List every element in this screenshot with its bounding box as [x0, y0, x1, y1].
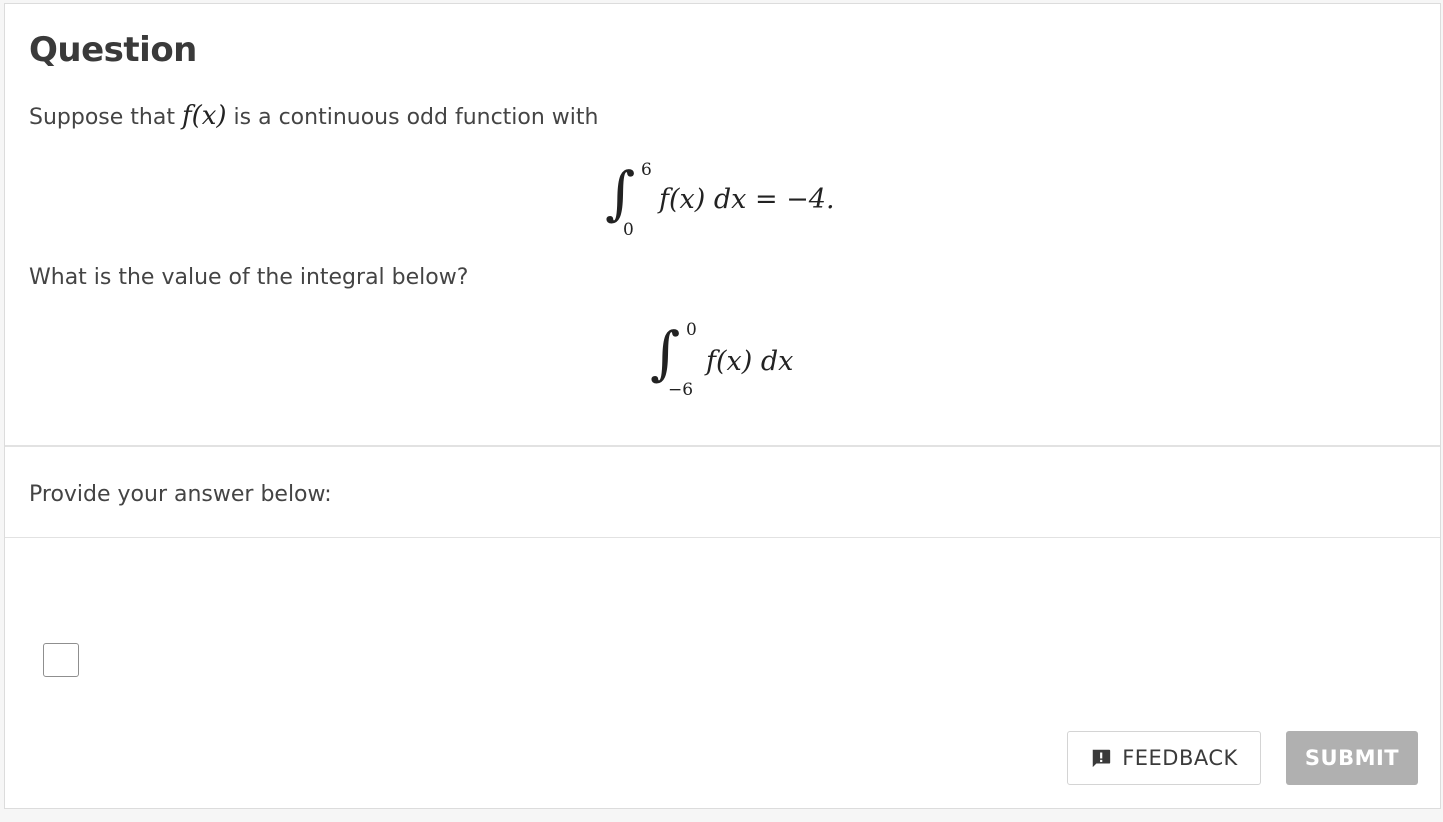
integral-lower-limit: 0: [623, 220, 634, 240]
submit-button[interactable]: SUBMIT: [1286, 731, 1418, 785]
integral-upper-limit: 6: [641, 160, 652, 180]
integral-expression: f(x) dx = −4.: [659, 184, 835, 215]
integral-upper-limit: 0: [686, 320, 697, 340]
intro-math-fx: f(x): [181, 101, 227, 131]
integral-expression: f(x) dx: [706, 346, 794, 377]
question-card: Question Suppose that f(x) is a continuo…: [4, 3, 1441, 809]
integral-sign: ∫: [650, 319, 681, 387]
question-intro: Suppose that f(x) is a continuous odd fu…: [29, 101, 598, 131]
answer-input[interactable]: [43, 643, 79, 677]
question-title: Question: [29, 30, 197, 70]
integral-sign: ∫: [605, 159, 636, 227]
question-prompt: What is the value of the integral below?: [29, 265, 469, 290]
feedback-exclamation-icon: [1092, 749, 1111, 768]
intro-text-before: Suppose that: [29, 105, 182, 130]
submit-label: SUBMIT: [1304, 746, 1400, 770]
feedback-button[interactable]: FEEDBACK: [1067, 731, 1261, 785]
target-integral: ∫ 0 −6 f(x) dx: [650, 316, 850, 406]
given-integral: ∫ 6 0 f(x) dx = −4.: [605, 156, 865, 246]
feedback-label: FEEDBACK: [1122, 746, 1238, 770]
section-divider: [5, 445, 1440, 447]
intro-text-after: is a continuous odd function with: [226, 105, 599, 130]
answer-divider: [5, 537, 1440, 538]
integral-lower-limit: −6: [668, 380, 694, 400]
question-area: Question Suppose that f(x) is a continuo…: [5, 4, 1440, 446]
answer-label: Provide your answer below:: [29, 482, 332, 507]
